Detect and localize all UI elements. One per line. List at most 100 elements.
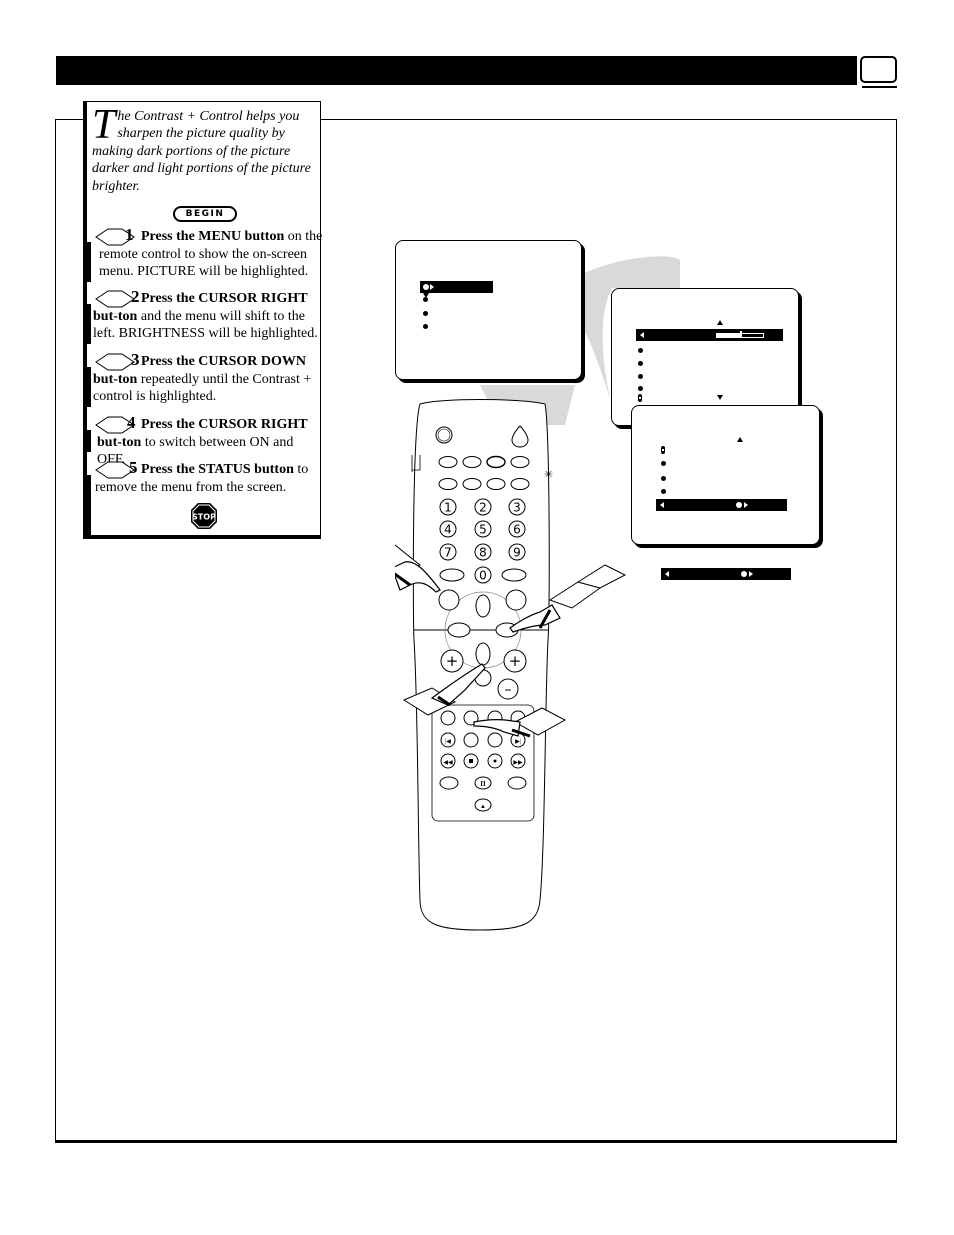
stop-square-icon	[469, 759, 473, 763]
arrow-right-icon	[749, 571, 753, 577]
step-number: 5	[129, 458, 138, 477]
function-button[interactable]	[486, 455, 506, 469]
power-button[interactable]	[435, 426, 453, 444]
menu-bullet	[661, 489, 666, 494]
intro-text: he Contrast + Control helps you sharpen …	[92, 109, 311, 194]
scroll-up-icon	[737, 437, 743, 442]
function-button[interactable]	[510, 478, 530, 490]
page-number-box	[860, 56, 897, 83]
instructions-panel: The Contrast + Control helps you sharpen…	[83, 101, 322, 539]
number-key-label: 4	[444, 523, 452, 537]
menu-highlight-brightness	[636, 329, 783, 341]
menu-button[interactable]	[438, 589, 460, 611]
menu-bullet	[638, 374, 643, 379]
step-side-bar	[87, 367, 91, 407]
arrow-right-icon	[744, 502, 748, 508]
function-button[interactable]	[462, 478, 482, 490]
arrow-left-icon	[660, 502, 664, 508]
toggle-indicator	[741, 571, 747, 577]
scroll-down-icon	[717, 395, 723, 400]
slider-knob	[740, 331, 742, 338]
fast-forward-icon: ▶▶	[513, 760, 523, 766]
number-key-label: 1	[444, 501, 452, 515]
stop-label: STOP	[192, 513, 216, 522]
vcr-oval-button[interactable]	[439, 776, 459, 790]
number-key-label: 3	[513, 501, 521, 515]
play-icon	[493, 759, 497, 763]
minus-icon: –	[505, 682, 512, 698]
menu-highlight-picture	[420, 281, 493, 293]
status-display-strip	[661, 568, 791, 580]
arrow-left-icon	[665, 571, 669, 577]
remote-control: ✳ 1 2 34 5 67 8 90 + + – |◀ ▶| ◀◀ ▶▶ II …	[395, 399, 627, 931]
arrow-left-icon	[640, 332, 644, 338]
menu-bullet	[423, 324, 428, 329]
number-key-label: 2	[479, 501, 487, 515]
step-side-bar	[87, 430, 91, 452]
onscreen-menu-main	[395, 240, 582, 380]
rewind-icon: ◀◀	[443, 760, 453, 766]
smart-sound-button[interactable]	[501, 568, 527, 582]
plus-icon: +	[509, 652, 522, 670]
onscreen-menu-contrast	[631, 405, 820, 545]
function-button[interactable]	[438, 456, 458, 468]
number-key-label: 9	[513, 546, 521, 560]
function-button[interactable]	[486, 478, 506, 490]
function-button[interactable]	[462, 456, 482, 468]
cursor-up-button[interactable]	[475, 594, 491, 618]
intro-paragraph: The Contrast + Control helps you sharpen…	[92, 102, 318, 195]
function-button[interactable]	[438, 478, 458, 490]
picture-icon	[423, 284, 429, 290]
plus-icon: +	[446, 652, 459, 670]
ir-emitter-icon: ✳	[544, 468, 553, 481]
menu-bullet	[661, 476, 666, 481]
step-number: 4	[127, 413, 136, 432]
step-number: 1	[125, 225, 134, 244]
step-number-diamond: 3	[95, 351, 140, 371]
step-5: 5 Press the STATUS button to remove the …	[87, 458, 319, 535]
menu-bullet	[423, 297, 428, 302]
menu-highlight-contrast-plus	[656, 499, 787, 511]
number-key-label: 8	[479, 546, 487, 560]
step-number-diamond: 5	[95, 458, 138, 479]
vcr-button[interactable]	[463, 732, 479, 748]
step-side-bar	[87, 475, 91, 535]
step-number: 2	[131, 287, 140, 306]
brightness-slider	[716, 331, 764, 338]
skip-forward-icon: ▶|	[515, 739, 521, 745]
alt-channel-button[interactable]	[439, 568, 465, 582]
menu-bullet	[423, 311, 428, 316]
vcr-oval-button[interactable]	[507, 776, 527, 790]
step-3: 3 Press the CURSOR DOWN but-ton repeated…	[87, 351, 319, 407]
drop-cap: T	[92, 102, 116, 148]
page-number-underline	[862, 86, 897, 88]
menu-bullet	[638, 361, 643, 366]
vcr-button[interactable]	[440, 710, 456, 726]
toggle-indicator	[736, 502, 742, 508]
function-button[interactable]	[510, 456, 530, 468]
cursor-left-button[interactable]	[447, 622, 471, 638]
eject-icon: ▲	[480, 804, 486, 810]
step-1: 1 Press the MENU button on the remote co…	[87, 225, 322, 282]
step-action: Press the MENU button	[141, 229, 285, 244]
step-number-diamond: 2	[95, 287, 140, 308]
slider-fill	[717, 334, 740, 337]
number-key-label: 7	[444, 546, 452, 560]
pause-icon: II	[480, 780, 486, 788]
stop-sign-icon: STOP	[191, 503, 217, 529]
vcr-button[interactable]	[487, 732, 503, 748]
header-bar	[56, 56, 857, 85]
step-2: 2 Press the CURSOR RIGHT but-ton and the…	[87, 287, 319, 344]
number-key-label: 6	[513, 523, 521, 537]
step-number-diamond: 1	[95, 225, 135, 246]
more-items-icon	[661, 446, 665, 454]
step-side-bar	[87, 304, 91, 344]
status-button[interactable]	[505, 589, 527, 611]
step-number-diamond: 4	[95, 413, 136, 434]
cursor-down-button[interactable]	[475, 642, 491, 666]
number-key-label: 0	[479, 569, 487, 583]
scroll-up-icon	[717, 320, 723, 325]
arrow-right-icon	[430, 284, 434, 290]
skip-back-icon: |◀	[445, 739, 451, 745]
menu-bullet	[638, 348, 643, 353]
